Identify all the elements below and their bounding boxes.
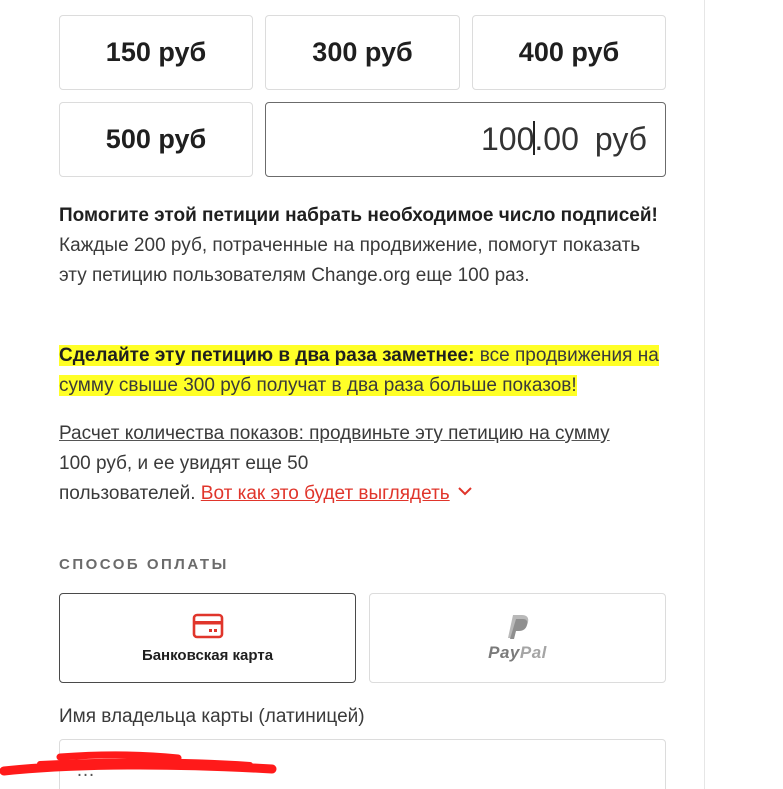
boost-bold: Сделайте эту петицию в два раза заметнее… xyxy=(59,345,475,366)
custom-amount-input[interactable]: 100.00 руб xyxy=(265,102,666,177)
payment-paypal[interactable]: PayPal xyxy=(369,593,666,683)
credit-card-icon xyxy=(192,613,223,638)
custom-amount-decimal: .00 xyxy=(534,121,579,157)
amount-option-label: 400 руб xyxy=(518,37,620,67)
views-calculation: Расчет количества показов: продвиньте эт… xyxy=(59,419,669,509)
calc-line-amount: 100 руб, и ее увидят еще 50 xyxy=(59,453,309,474)
donation-form: 150 руб 300 руб 400 руб 500 руб 100.00 р… xyxy=(0,0,783,789)
card-holder-label: Имя владельца карты (латиницей) xyxy=(59,706,365,727)
amount-option-500[interactable]: 500 руб xyxy=(59,102,253,177)
column-divider xyxy=(704,0,705,789)
chevron-down-icon[interactable] xyxy=(457,484,472,498)
calc-users-word: пользователей. xyxy=(59,483,196,504)
amount-option-label: 300 руб xyxy=(312,37,413,67)
promo-paragraph: Помогите этой петиции набрать необходимо… xyxy=(59,201,669,291)
custom-amount-integer: 100 xyxy=(481,121,535,157)
payment-section-label: СПОСОБ ОПЛАТЫ xyxy=(59,556,229,573)
amount-option-label: 500 руб xyxy=(105,124,207,154)
paypal-pal: Pal xyxy=(519,643,547,662)
paypal-wordmark: PayPal xyxy=(488,643,547,663)
amount-option-150[interactable]: 150 руб xyxy=(59,15,253,90)
text-caret xyxy=(533,120,536,155)
amount-option-300[interactable]: 300 руб xyxy=(265,15,460,90)
custom-amount-currency: руб xyxy=(594,121,647,157)
amount-option-400[interactable]: 400 руб xyxy=(472,15,666,90)
preview-link-label: Вот как это будет выглядеть xyxy=(200,483,450,504)
promo-bold: Помогите этой петиции набрать необходимо… xyxy=(59,205,658,226)
boost-paragraph: Сделайте эту петицию в два раза заметнее… xyxy=(59,341,669,401)
paypal-pay: Pay xyxy=(488,643,520,662)
calc-line-users: пользователей. Вот как это будет выгляде… xyxy=(59,479,669,509)
calc-heading: Расчет количества показов: продвиньте эт… xyxy=(59,423,610,444)
promo-text: Каждые 200 руб, потраченные на продвижен… xyxy=(59,235,641,286)
redaction-scribble xyxy=(0,751,277,776)
paypal-icon xyxy=(507,615,528,639)
bank-card-label: Банковская карта xyxy=(141,646,274,664)
amount-option-label: 150 руб xyxy=(105,37,207,67)
payment-bank-card[interactable]: Банковская карта xyxy=(59,593,356,683)
preview-link[interactable]: Вот как это будет выглядеть xyxy=(201,483,450,504)
boost-highlight: Сделайте эту петицию в два раза заметнее… xyxy=(59,345,659,396)
